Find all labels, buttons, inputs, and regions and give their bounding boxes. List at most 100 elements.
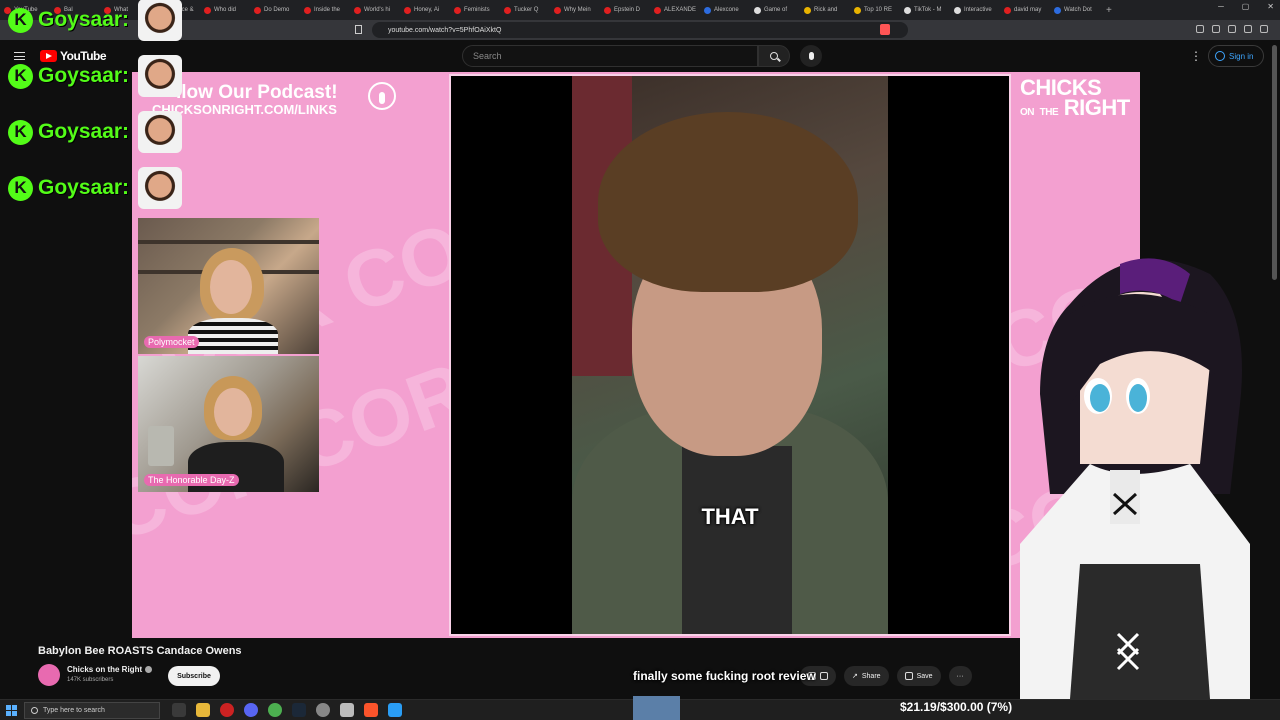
tab-label: Top 10 RE <box>864 7 893 13</box>
wallet-icon[interactable] <box>1228 25 1236 33</box>
brave-icon[interactable] <box>364 703 378 717</box>
voice-search-button[interactable] <box>800 45 822 67</box>
minimize-icon[interactable]: ─ <box>1218 2 1224 11</box>
tab-favicon-icon <box>804 6 811 14</box>
close-icon[interactable]: ✕ <box>1267 2 1274 11</box>
file-explorer-icon[interactable] <box>196 703 210 717</box>
chat-username: Goysaar: <box>38 120 130 143</box>
browser-tab[interactable]: Tucker Q <box>500 2 550 18</box>
tab-label: Interactive <box>964 7 992 13</box>
verified-icon <box>145 666 153 674</box>
browser-tab[interactable]: Top 10 RE <box>850 2 900 18</box>
guest-camera-2-label: The Honorable Day-Z <box>144 474 239 486</box>
search-button[interactable] <box>758 45 790 67</box>
obs-icon[interactable] <box>220 703 234 717</box>
browser-tab[interactable]: Rick and <box>800 2 850 18</box>
browser-tab[interactable]: Epstein D <box>600 2 650 18</box>
guest-camera-1: Polymocket <box>138 218 319 354</box>
browser-tab[interactable]: Alexcone <box>700 2 750 18</box>
browser-tab[interactable]: Do Demo <box>250 2 300 18</box>
share-button[interactable]: ↗ Share <box>844 666 889 686</box>
browser-tab[interactable]: david may <box>1000 2 1050 18</box>
browser-tab[interactable]: Why Mein <box>550 2 600 18</box>
taskbar-search-input[interactable]: Type here to search <box>24 702 160 719</box>
browser-tab[interactable]: Feminists <box>450 2 500 18</box>
browser-tab[interactable]: Who did <box>200 2 250 18</box>
more-options-icon[interactable]: ⋮ <box>1190 50 1202 62</box>
tab-label: Who did <box>214 7 237 13</box>
tab-label: World's hi <box>364 7 391 13</box>
chat-username: Goysaar: <box>38 176 130 199</box>
guest-camera-2: The Honorable Day-Z <box>138 356 319 492</box>
url-field[interactable]: youtube.com/watch?v=5PhfOAiXktQ <box>372 22 908 38</box>
discord-icon[interactable] <box>244 703 258 717</box>
search-icon <box>770 52 778 60</box>
tab-favicon-icon <box>304 6 311 14</box>
browser-tab[interactable]: Watch Dot <box>1050 2 1100 18</box>
channel-name[interactable]: Chicks on the Right <box>67 665 153 674</box>
emote-icon <box>138 55 183 97</box>
kick-badge-icon: K <box>8 63 33 89</box>
kick-badge-icon: K <box>8 175 33 201</box>
bookmark-icon[interactable] <box>355 25 362 34</box>
sign-in-button[interactable]: Sign in <box>1208 45 1264 67</box>
search-placeholder: Search <box>473 51 502 61</box>
tab-label: Alexcone <box>714 7 739 13</box>
tab-label: Tucker Q <box>514 7 539 13</box>
brave-shield-icon[interactable] <box>880 24 890 35</box>
vtuber-avatar <box>1020 258 1250 699</box>
active-window-highlight <box>633 696 680 720</box>
browser-tab[interactable]: Interactive <box>950 2 1000 18</box>
chicks-on-the-right-logo: CHICKS ON THE RIGHT <box>1020 75 1130 120</box>
tab-favicon-icon <box>754 6 761 14</box>
save-button[interactable]: Save <box>896 666 941 686</box>
guest-camera-1-label: Polymocket <box>144 336 199 348</box>
tab-favicon-icon <box>704 6 711 14</box>
vtube-studio-icon[interactable] <box>388 703 402 717</box>
channel-avatar[interactable] <box>38 664 60 686</box>
page-scrollbar[interactable] <box>1272 45 1277 280</box>
app-icon[interactable] <box>340 703 354 717</box>
chat-message: K Goysaar: <box>8 111 183 153</box>
maximize-icon[interactable]: ▢ <box>1242 2 1250 11</box>
browser-tab[interactable]: Game of <box>750 2 800 18</box>
tab-favicon-icon <box>354 6 361 14</box>
tab-label: TikTok - M <box>914 7 942 13</box>
subscriber-count: 147K subscribers <box>67 677 114 683</box>
vpn-icon[interactable] <box>1244 25 1252 33</box>
podcast-title: llow Our Podcast! <box>176 82 338 103</box>
more-actions-button[interactable]: ··· <box>948 666 972 686</box>
browser-tab[interactable]: Honey, Ai <box>400 2 450 18</box>
new-tab-button[interactable]: + <box>1100 5 1118 16</box>
tab-label: Epstein D <box>614 7 641 13</box>
tab-label: Do Demo <box>264 7 290 13</box>
browser-tab[interactable]: Inside the <box>300 2 350 18</box>
search-input[interactable]: Search <box>462 45 758 67</box>
windows-start-icon[interactable] <box>6 705 17 716</box>
browser-address-bar: youtube.com/watch?v=5PhfOAiXktQ <box>0 20 1280 40</box>
tab-favicon-icon <box>904 6 911 14</box>
sidebar-icon[interactable] <box>1212 25 1220 33</box>
steam-icon[interactable] <box>292 703 306 717</box>
tab-label: Why Mein <box>564 7 591 13</box>
tab-favicon-icon <box>504 6 511 14</box>
browser-toolbar <box>1196 25 1268 33</box>
tab-favicon-icon <box>654 6 661 14</box>
task-view-icon[interactable] <box>172 703 186 717</box>
settings-icon[interactable] <box>316 703 330 717</box>
browser-tab[interactable]: World's hi <box>350 2 400 18</box>
subscribe-button[interactable]: Subscribe <box>168 666 220 686</box>
sign-in-label: Sign in <box>1229 51 1254 61</box>
menu-icon[interactable] <box>1260 25 1268 33</box>
chrome-icon[interactable] <box>268 703 282 717</box>
chat-username: Goysaar: <box>38 64 130 87</box>
tab-label: Rick and <box>814 7 838 13</box>
chat-message: K Goysaar: <box>8 167 183 209</box>
tab-favicon-icon <box>454 6 461 14</box>
video-actions: ↗ Share Save ··· <box>800 666 972 686</box>
tab-favicon-icon <box>404 6 411 14</box>
browser-tab[interactable]: TikTok - M <box>900 2 950 18</box>
extensions-icon[interactable] <box>1196 25 1204 33</box>
browser-tab[interactable]: ALEXANDE <box>650 2 700 18</box>
video-player[interactable]: COR COR COR COR COR COR COR COR llow Our… <box>132 72 1140 638</box>
